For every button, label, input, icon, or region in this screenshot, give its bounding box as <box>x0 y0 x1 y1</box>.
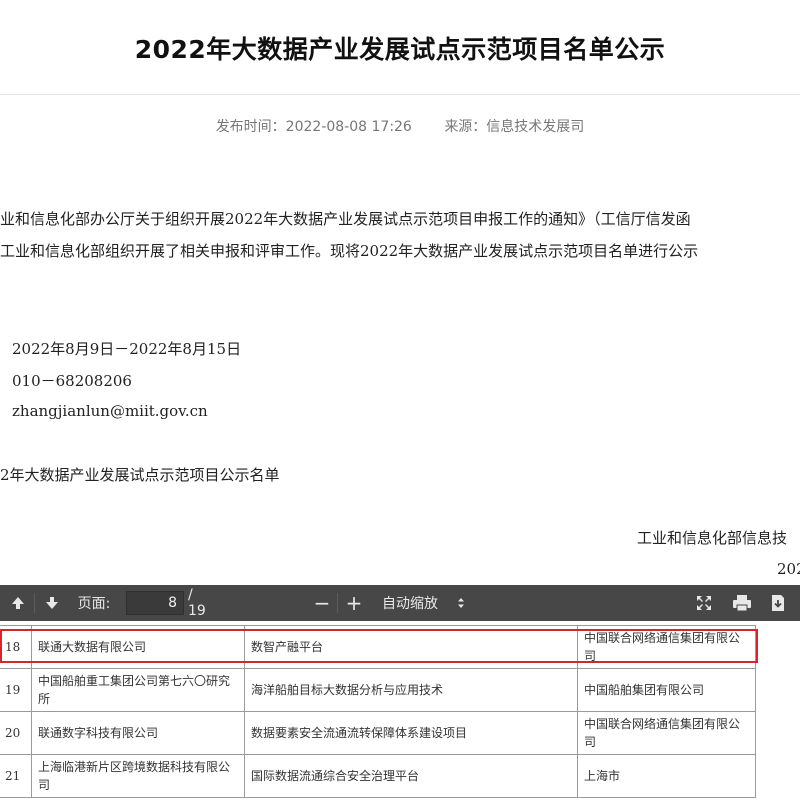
row-number: 18 <box>0 625 32 669</box>
pdf-toolbar: 页面: / 19 − + 自动缩放 <box>0 585 800 621</box>
previous-page-button[interactable] <box>6 585 30 621</box>
project-cell: 海洋船舶目标大数据分析与应用技术 <box>244 668 578 712</box>
unit-cell: 中国联合网络通信集团有限公司 <box>577 711 756 755</box>
company-cell: 联通数字科技有限公司 <box>31 711 245 755</box>
header-divider <box>0 94 800 95</box>
print-icon <box>733 595 751 612</box>
signature-date: 202 <box>777 560 800 578</box>
page-number-input[interactable] <box>126 591 184 615</box>
download-button[interactable] <box>764 585 792 621</box>
project-cell: 数据要素安全流通流转保障体系建设项目 <box>244 711 578 755</box>
contact-phone: 010－68208206 <box>12 372 132 390</box>
total-pages: / 19 <box>188 587 206 619</box>
paragraph-line-1: 业和信息化部办公厅关于组织开展2022年大数据产业发展试点示范项目申报工作的通知… <box>0 210 691 228</box>
pdf-page: 18 联通大数据有限公司 数智产融平台 中国联合网络通信集团有限公司 19 中国船舶重工集… <box>0 621 800 800</box>
table-row: 18 联通大数据有限公司 数智产融平台 中国联合网络通信集团有限公司 <box>0 625 756 669</box>
arrow-up-icon <box>12 597 24 609</box>
table-row: 19 中国船舶重工集团公司第七六〇研究所 海洋船舶目标大数据分析与应用技术 中国船舶集… <box>0 668 756 712</box>
print-button[interactable] <box>728 585 756 621</box>
fullscreen-icon <box>697 596 711 610</box>
company-cell: 上海临港新片区跨境数据科技有限公司 <box>31 754 245 798</box>
source-label: 来源：信息技术发展司 <box>444 119 585 135</box>
signature-org: 工业和信息化部信息技 <box>637 529 788 547</box>
page-title: 2022年大数据产业发展试点示范项目名单公示 <box>134 35 666 64</box>
toolbar-separator <box>34 593 35 613</box>
download-icon <box>772 595 784 611</box>
presentation-mode-button[interactable] <box>690 585 718 621</box>
attachment-title[interactable]: 2年大数据产业发展试点示范项目公示名单 <box>0 464 280 485</box>
row-number: 21 <box>0 754 32 798</box>
publish-time: 发布时间：2022-08-08 17:26 <box>215 119 412 135</box>
row-number: 19 <box>0 668 32 712</box>
publicity-period: 2022年8月9日－2022年8月15日 <box>12 340 242 358</box>
project-cell: 数智产融平台 <box>244 625 578 669</box>
table-row: 21 上海临港新片区跨境数据科技有限公司 国际数据流通综合安全治理平台 上海市 <box>0 754 756 798</box>
zoom-select[interactable]: 自动缩放 <box>376 585 472 621</box>
company-cell: 联通大数据有限公司 <box>31 625 245 669</box>
zoom-out-button[interactable]: − <box>310 585 334 621</box>
next-page-button[interactable] <box>40 585 64 621</box>
zoom-in-button[interactable]: + <box>342 585 366 621</box>
article-meta: 发布时间：2022-08-08 17:26 来源：信息技术发展司 <box>0 116 800 136</box>
table-row: 20 联通数字科技有限公司 数据要素安全流通流转保障体系建设项目 中国联合网络通信集团… <box>0 711 756 755</box>
project-table: 18 联通大数据有限公司 数智产融平台 中国联合网络通信集团有限公司 19 中国船舶重工集… <box>0 625 756 798</box>
page-label: 页面: <box>77 596 111 612</box>
project-cell: 国际数据流通综合安全治理平台 <box>244 754 578 798</box>
company-cell: 中国船舶重工集团公司第七六〇研究所 <box>31 668 245 712</box>
row-number: 20 <box>0 711 32 755</box>
select-arrows-icon <box>458 598 464 608</box>
contact-email[interactable]: zhangjianlun@miit.gov.cn <box>12 402 208 420</box>
zoom-select-value: 自动缩放 <box>382 596 438 612</box>
paragraph-line-2: 工业和信息化部组织开展了相关申报和评审工作。现将2022年大数据产业发展试点示范… <box>0 242 699 260</box>
unit-cell: 中国联合网络通信集团有限公司 <box>577 625 756 669</box>
unit-cell: 上海市 <box>577 754 756 798</box>
arrow-down-icon <box>46 597 58 609</box>
toolbar-separator <box>337 593 338 613</box>
unit-cell: 中国船舶集团有限公司 <box>577 668 756 712</box>
